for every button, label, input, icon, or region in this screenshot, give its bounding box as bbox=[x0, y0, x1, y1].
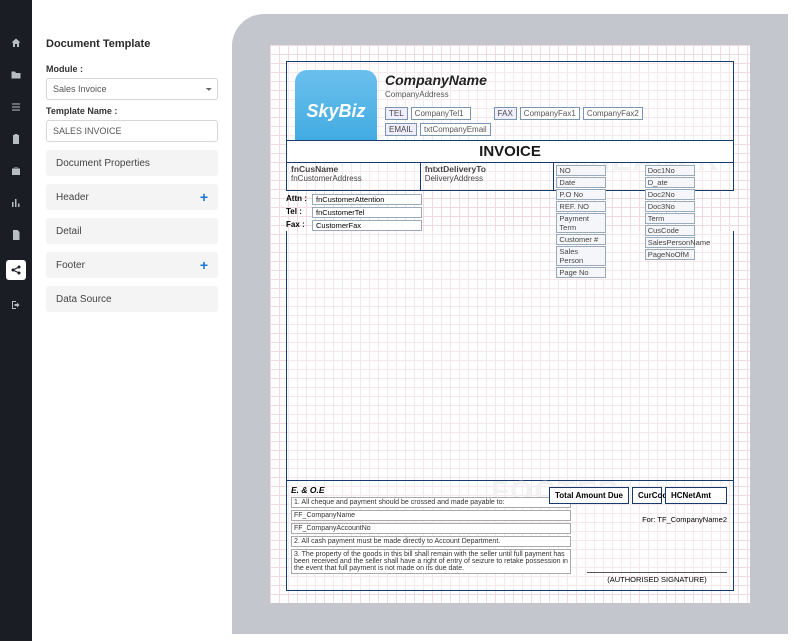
footer-note: 2. All cash payment must be made directl… bbox=[291, 536, 571, 547]
fax-label: FAX bbox=[494, 107, 517, 120]
info-columns: fnCusName fnCustomerAddress fntxtDeliver… bbox=[287, 162, 733, 190]
chart-icon[interactable] bbox=[9, 196, 23, 210]
home-icon[interactable] bbox=[9, 36, 23, 50]
exit-icon[interactable] bbox=[9, 298, 23, 312]
delivery-col: fntxtDeliveryTo DeliveryAddress bbox=[421, 162, 555, 190]
template-panel: Document Template Module : Sales Invoice… bbox=[32, 14, 232, 634]
panel-title: Document Template bbox=[46, 38, 218, 50]
footer-note: FF_CompanyName bbox=[291, 510, 571, 521]
fax-value-2: CompanyFax2 bbox=[583, 107, 643, 120]
footer-note: 1. All cheque and payment should be cros… bbox=[291, 497, 571, 508]
email-value: txtCompanyEmail bbox=[420, 123, 491, 136]
module-select[interactable]: Sales Invoice bbox=[46, 78, 218, 100]
company-address: CompanyAddress bbox=[385, 90, 449, 99]
canvas-area: HEADER FOOTER SkyBiz CompanyName Company… bbox=[232, 14, 788, 634]
invoice-sheet[interactable]: HEADER FOOTER SkyBiz CompanyName Company… bbox=[270, 45, 750, 603]
signature-line: (AUTHORISED SIGNATURE) bbox=[587, 572, 727, 584]
acc-document-properties[interactable]: Document Properties bbox=[46, 150, 218, 176]
plus-icon: + bbox=[200, 257, 208, 273]
email-label: EMAIL bbox=[385, 123, 417, 136]
footer-section[interactable]: E. & O.E 1. All cheque and payment shoul… bbox=[286, 481, 734, 591]
acc-footer[interactable]: Footer+ bbox=[46, 252, 218, 278]
acc-header[interactable]: Header+ bbox=[46, 184, 218, 210]
fax-value: CompanyFax1 bbox=[520, 107, 580, 120]
template-name-label: Template Name : bbox=[46, 106, 218, 116]
folder-icon[interactable] bbox=[9, 68, 23, 82]
meta-col: NODateP.O NoREF. NOPayment TermCustomer … bbox=[554, 162, 733, 190]
share-icon[interactable] bbox=[6, 260, 26, 280]
acc-data-source[interactable]: Data Source bbox=[46, 286, 218, 312]
customer-col: fnCusName fnCustomerAddress bbox=[287, 162, 421, 190]
footer-note: FF_CompanyAccountNo bbox=[291, 523, 571, 534]
clipboard-icon[interactable] bbox=[9, 132, 23, 146]
header-section[interactable]: SkyBiz CompanyName CompanyAddress TEL Co… bbox=[286, 61, 734, 191]
briefcase-icon[interactable] bbox=[9, 164, 23, 178]
total-box: Total Amount Due CurCode HCNetAmt bbox=[549, 487, 727, 504]
plus-icon: + bbox=[200, 189, 208, 205]
acc-detail[interactable]: Detail bbox=[46, 218, 218, 244]
file-icon[interactable] bbox=[9, 228, 23, 242]
list-icon[interactable] bbox=[9, 100, 23, 114]
invoice-title: INVOICE bbox=[287, 140, 733, 163]
for-line: For: TF_CompanyName2 bbox=[642, 515, 727, 524]
detail-section[interactable] bbox=[286, 231, 734, 481]
nav-rail bbox=[0, 0, 32, 641]
company-name: CompanyName bbox=[385, 72, 487, 88]
footer-note: 3. The property of the goods in this bil… bbox=[291, 549, 571, 574]
template-name-input[interactable] bbox=[46, 120, 218, 142]
module-label: Module : bbox=[46, 64, 218, 74]
tel-value: CompanyTel1 bbox=[411, 107, 471, 120]
tel-label: TEL bbox=[385, 107, 408, 120]
